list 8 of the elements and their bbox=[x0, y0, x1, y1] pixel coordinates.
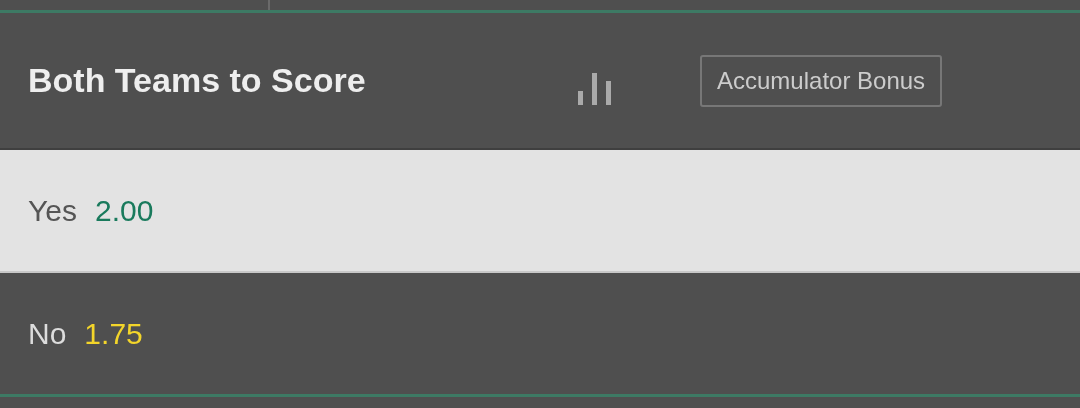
accumulator-bonus-badge: Accumulator Bonus bbox=[700, 54, 943, 107]
selection-odds: 1.75 bbox=[84, 316, 143, 351]
selection-odds: 2.00 bbox=[94, 193, 154, 228]
market-title: Both Teams to Score bbox=[28, 61, 367, 100]
selection-label: No bbox=[28, 316, 67, 351]
selection-row[interactable]: Yes 2.00 bbox=[0, 150, 1080, 273]
bar-chart-icon[interactable] bbox=[578, 70, 614, 105]
selection-label: Yes bbox=[28, 193, 77, 228]
